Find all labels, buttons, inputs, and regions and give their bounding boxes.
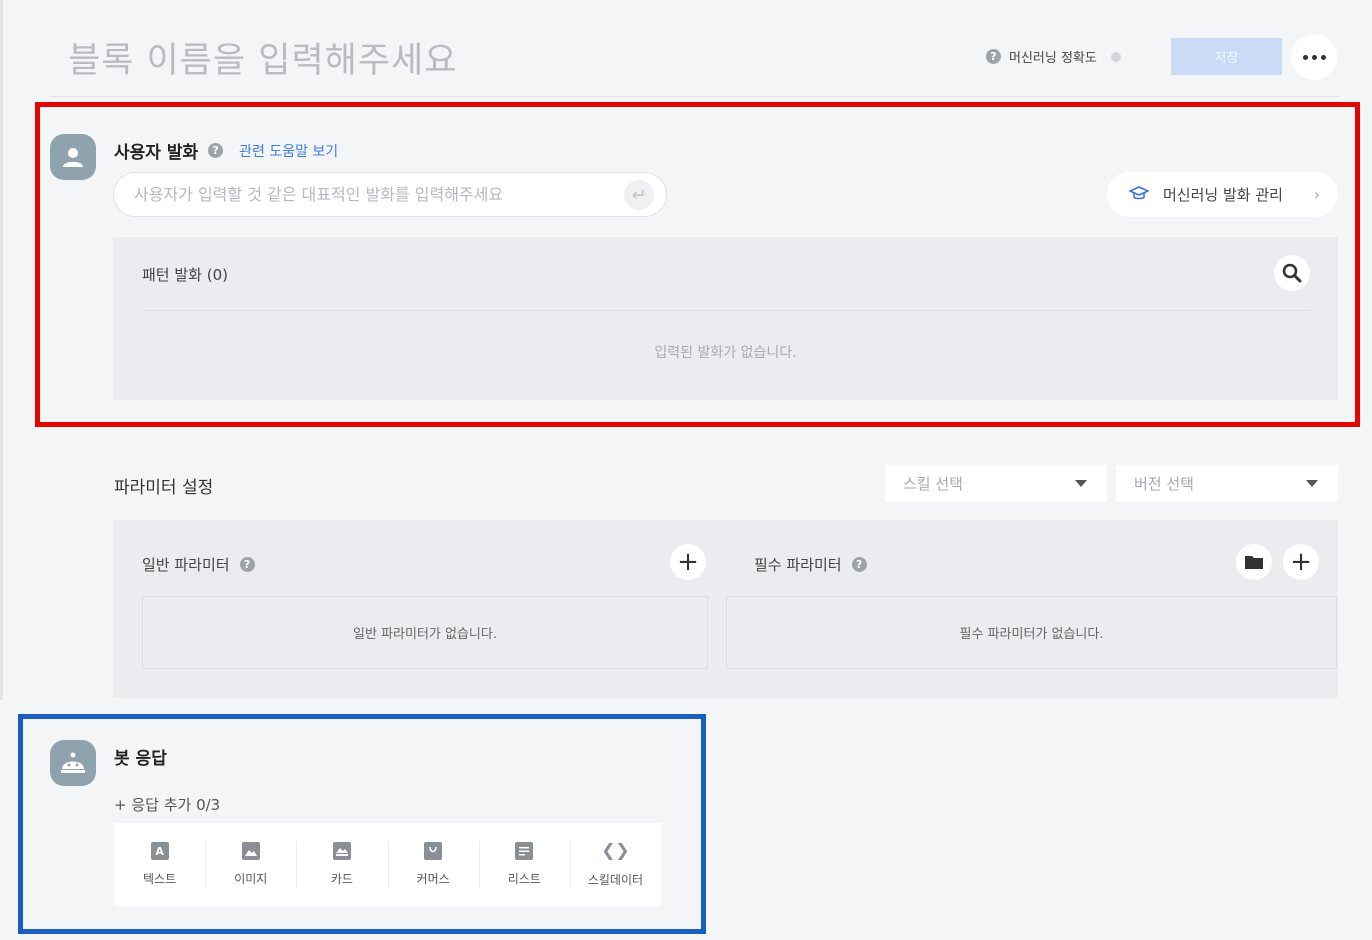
help-icon[interactable]: ? — [986, 49, 1001, 64]
left-border — [0, 0, 3, 700]
response-type-label: 텍스트 — [143, 872, 177, 886]
ml-utterance-manage-label: 머신러닝 발화 관리 — [1163, 186, 1283, 204]
folder-icon — [1245, 556, 1263, 569]
version-select-label: 버전 선택 — [1134, 475, 1194, 493]
required-parameter-label: 필수 파라미터 ? — [754, 554, 867, 575]
response-type-label: 이미지 — [234, 872, 268, 886]
folder-button[interactable] — [1236, 544, 1272, 580]
response-type-label: 커머스 — [416, 872, 450, 886]
user-avatar-icon — [50, 134, 96, 180]
response-type-bar: A 텍스트 이미지 카드 커머스 리스트 ❮❯ 스킬데이터 — [114, 823, 661, 906]
skill-select[interactable]: 스킬 선택 — [885, 465, 1107, 502]
general-parameter-empty-box: 일반 파라미터가 없습니다. — [142, 596, 708, 669]
bot-response-title: 봇 응답 — [114, 749, 167, 769]
header-divider — [50, 96, 1340, 97]
skill-select-label: 스킬 선택 — [903, 475, 963, 493]
response-type-card[interactable]: 카드 — [296, 823, 387, 906]
user-utterance-title-text: 사용자 발화 — [114, 143, 199, 163]
pattern-divider — [142, 310, 1310, 311]
response-type-label: 리스트 — [507, 872, 541, 886]
search-icon[interactable] — [1274, 255, 1310, 291]
response-type-label: 스킬데이터 — [587, 873, 644, 887]
caret-down-icon — [1306, 480, 1318, 487]
required-parameter-label-text: 필수 파라미터 — [754, 556, 842, 574]
code-icon: ❮❯ — [601, 841, 630, 861]
add-response-button[interactable]: + 응답 추가 0/3 — [114, 794, 220, 815]
commerce-icon — [424, 842, 443, 860]
chevron-right-icon: › — [1313, 185, 1320, 204]
more-dot-icon — [1311, 54, 1317, 60]
parameter-panel: 일반 파라미터 ? + 일반 파라미터가 없습니다. 필수 파라미터 ? + 필… — [113, 520, 1338, 698]
text-icon: A — [150, 842, 169, 860]
utterance-input-wrapper: ↵ — [113, 172, 667, 217]
general-parameter-empty-message: 일반 파라미터가 없습니다. — [353, 627, 497, 642]
image-icon — [241, 842, 260, 860]
help-icon[interactable]: ? — [851, 557, 867, 572]
add-required-parameter-button[interactable]: + — [1283, 544, 1319, 580]
caret-down-icon — [1075, 480, 1087, 487]
version-select[interactable]: 버전 선택 — [1116, 465, 1338, 502]
ml-utterance-manage-button[interactable]: 머신러닝 발화 관리 › — [1107, 172, 1338, 217]
help-icon[interactable]: ? — [208, 143, 224, 158]
required-parameter-empty-box: 필수 파라미터가 없습니다. — [726, 596, 1337, 669]
more-dot-icon — [1302, 54, 1308, 60]
general-parameter-label: 일반 파라미터 ? — [142, 554, 255, 575]
general-parameter-label-text: 일반 파라미터 — [142, 556, 230, 574]
more-dot-icon — [1320, 54, 1326, 60]
help-icon[interactable]: ? — [239, 557, 255, 572]
help-link[interactable]: 관련 도움말 보기 — [239, 141, 338, 161]
pattern-utterance-panel: 패턴 발화 (0) 입력된 발화가 없습니다. — [113, 237, 1338, 400]
enter-icon[interactable]: ↵ — [624, 180, 654, 210]
plus-icon: + — [677, 547, 699, 577]
ml-accuracy-label: 머신러닝 정확도 — [1009, 51, 1097, 66]
response-type-text[interactable]: A 텍스트 — [114, 823, 205, 906]
response-type-label: 카드 — [330, 872, 353, 886]
required-parameter-empty-message: 필수 파라미터가 없습니다. — [959, 627, 1104, 642]
plus-icon: + — [1290, 547, 1312, 577]
list-icon — [515, 842, 534, 860]
response-type-list[interactable]: 리스트 — [478, 823, 570, 906]
pattern-empty-message: 입력된 발화가 없습니다. — [654, 345, 797, 361]
graduation-cap-icon — [1128, 185, 1150, 205]
response-type-skill-data[interactable]: ❮❯ 스킬데이터 — [569, 823, 661, 906]
parameter-settings-title: 파라미터 설정 — [114, 478, 214, 498]
ml-accuracy-status-dot — [1110, 51, 1121, 62]
card-icon — [332, 842, 351, 860]
more-options-button[interactable] — [1291, 34, 1337, 80]
block-name-input[interactable]: 블록 이름을 입력해주세요 — [68, 32, 457, 83]
response-type-commerce[interactable]: 커머스 — [387, 823, 479, 906]
pattern-utterance-title: 패턴 발화 (0) — [142, 266, 228, 284]
save-button[interactable]: 저장 — [1171, 38, 1282, 75]
bot-avatar-icon — [50, 740, 96, 786]
response-type-image[interactable]: 이미지 — [205, 823, 296, 906]
user-utterance-title: 사용자 발화 ? 관련 도움말 보기 — [114, 138, 338, 163]
utterance-input[interactable] — [134, 185, 604, 204]
add-general-parameter-button[interactable]: + — [670, 544, 706, 580]
ml-accuracy: ? 머신러닝 정확도 — [986, 47, 1121, 66]
